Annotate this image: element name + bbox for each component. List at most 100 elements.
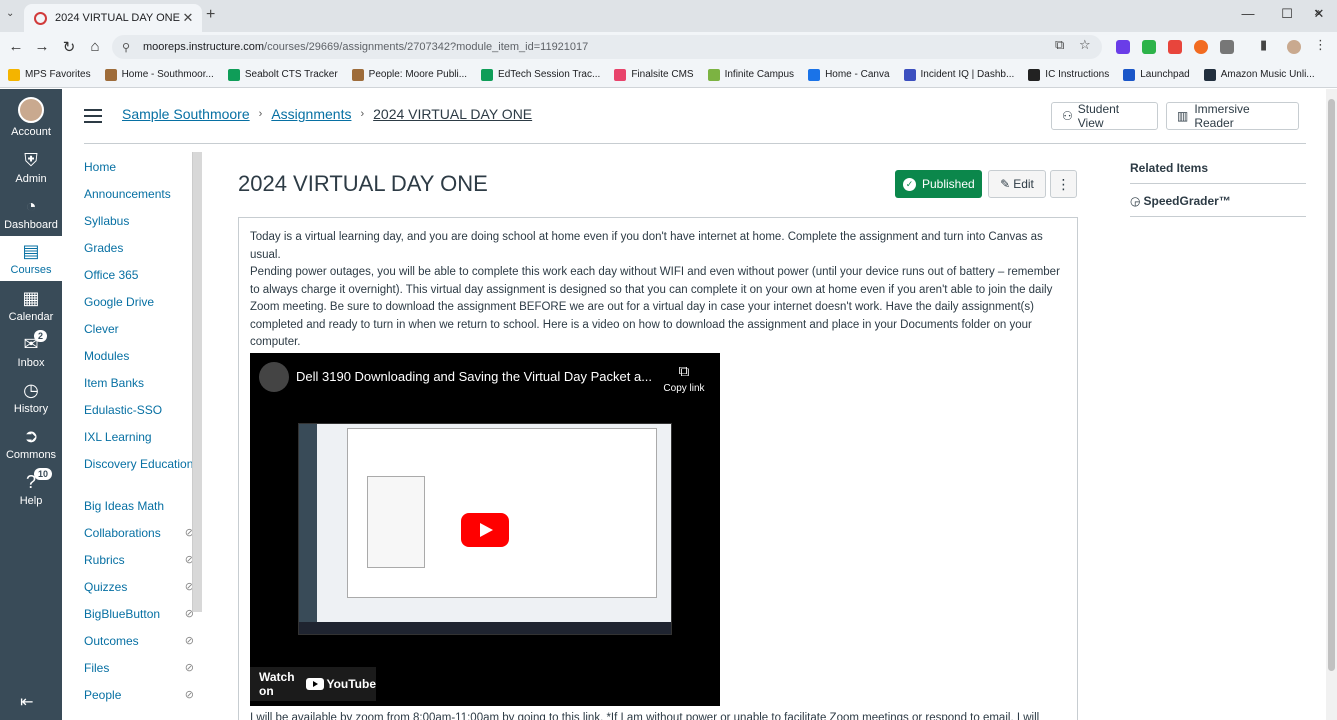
course-nav-item[interactable]: Grades: [84, 241, 194, 256]
immersive-reader-button[interactable]: ▥ Immersive Reader: [1166, 102, 1299, 130]
course-nav-item[interactable]: Edulastic-SSO: [84, 403, 194, 418]
profile-avatar[interactable]: [1287, 40, 1301, 54]
course-nav-item[interactable]: Big Ideas Math: [84, 499, 194, 514]
bookmark-item[interactable]: Seabolt CTS Tracker: [227, 68, 338, 81]
browser-menu-icon[interactable]: ⋮: [1314, 37, 1327, 53]
chevron-right-icon: ›: [360, 108, 365, 120]
global-nav-courses[interactable]: ▤ Courses: [0, 236, 62, 281]
bookmark-item[interactable]: IC Instructions: [1028, 68, 1109, 81]
bookmark-favicon-icon: [1203, 68, 1216, 81]
bookmark-favicon-icon: [227, 68, 240, 81]
bookmark-label: Incident IQ | Dashb...: [920, 69, 1015, 80]
course-nav-item[interactable]: Syllabus: [84, 214, 194, 229]
course-nav-label: Google Drive: [84, 295, 155, 309]
page-scrollbar[interactable]: [1326, 89, 1337, 720]
history-label: History: [13, 403, 49, 415]
back-icon[interactable]: ←: [7, 38, 25, 55]
bookmark-item[interactable]: MPS Favorites: [8, 68, 91, 81]
course-nav-item[interactable]: Home: [84, 160, 194, 175]
extension-icon[interactable]: [1194, 40, 1208, 54]
bookmark-favicon-icon: [1123, 68, 1136, 81]
bookmarks-overflow-icon[interactable]: »: [1314, 5, 1321, 19]
global-nav-inbox[interactable]: ✉ 2 Inbox: [0, 330, 62, 369]
course-nav-item[interactable]: Outcomes ⊘: [84, 634, 194, 649]
course-nav-item[interactable]: Quizzes ⊘: [84, 580, 194, 595]
global-nav-admin[interactable]: ⛨ Admin: [0, 149, 62, 185]
channel-avatar[interactable]: [259, 362, 289, 392]
global-nav-dashboard[interactable]: ◔ Dashboard: [0, 195, 62, 231]
course-nav-item[interactable]: Item Banks: [84, 376, 194, 391]
course-nav-item[interactable]: Rubrics ⊘: [84, 553, 194, 568]
home-icon[interactable]: ⌂: [86, 38, 104, 55]
course-nav-item[interactable]: Discovery Education: [84, 457, 194, 472]
play-button-icon[interactable]: [461, 513, 509, 547]
breadcrumb-assignments-link[interactable]: Assignments: [271, 106, 351, 122]
reload-icon[interactable]: ↻: [60, 38, 78, 56]
course-nav-item[interactable]: Clever: [84, 322, 194, 337]
browser-tab-bar: ⌄ 2024 VIRTUAL DAY ONE ✕ + — ☐ ✕: [0, 0, 1337, 32]
extensions-puzzle-icon[interactable]: [1220, 40, 1234, 54]
speedgrader-link[interactable]: ◶ SpeedGrader™: [1130, 184, 1306, 217]
bookmark-item[interactable]: Home - Canva: [808, 68, 890, 81]
course-nav-label: Home: [84, 160, 117, 174]
copy-link-button[interactable]: ⧉ Copy link: [660, 363, 708, 394]
bookmark-item[interactable]: Launchpad: [1123, 68, 1190, 81]
breadcrumb-course-link[interactable]: Sample Southmoore: [122, 106, 250, 122]
more-options-button[interactable]: ⋮: [1050, 170, 1077, 198]
global-nav-commons[interactable]: ➲ Commons: [0, 425, 62, 461]
course-nav-item[interactable]: Google Drive: [84, 295, 194, 310]
extension-icon[interactable]: [1168, 40, 1182, 54]
global-nav-history[interactable]: ◷ History: [0, 379, 62, 415]
bookmark-item[interactable]: Infinite Campus: [707, 68, 794, 81]
sidebar-icon[interactable]: ▮: [1260, 37, 1267, 53]
watch-on-youtube-button[interactable]: Watch on YouTube: [250, 667, 376, 701]
kebab-icon: ⋮: [1056, 176, 1071, 192]
extension-icon[interactable]: [1142, 40, 1156, 54]
bookmark-label: Finalsite CMS: [631, 69, 694, 80]
bookmark-item[interactable]: Amazon Music Unli...: [1203, 68, 1315, 81]
course-nav-item[interactable]: IXL Learning: [84, 430, 194, 445]
hidden-eye-icon: ⊘: [184, 662, 194, 674]
minimize-icon[interactable]: —: [1238, 6, 1258, 21]
course-nav-scrollbar[interactable]: [192, 152, 202, 612]
forward-icon[interactable]: →: [33, 38, 51, 55]
url-path: /courses/29669/assignments/2707342?modul…: [264, 41, 589, 53]
course-nav-item[interactable]: Collaborations ⊘: [84, 526, 194, 541]
course-nav-item[interactable]: Files ⊘: [84, 661, 194, 676]
extension-icon[interactable]: [1116, 40, 1130, 54]
course-nav-item[interactable]: Office 365: [84, 268, 194, 283]
book-reader-icon: ▥: [1177, 109, 1189, 123]
bookmark-item[interactable]: Home - Southmoor...: [104, 68, 214, 81]
courses-label: Courses: [10, 264, 52, 276]
published-button[interactable]: ✓ Published: [895, 170, 982, 198]
edit-label: Edit: [1013, 177, 1034, 191]
bookmark-star-icon[interactable]: ☆: [1079, 37, 1091, 53]
embedded-video[interactable]: Dell 3190 Downloading and Saving the Vir…: [250, 353, 720, 706]
maximize-icon[interactable]: ☐: [1277, 6, 1297, 22]
collapse-nav-icon[interactable]: ⇤: [20, 692, 33, 712]
bookmark-item[interactable]: People: Moore Publi...: [351, 68, 467, 81]
course-nav-item[interactable]: Modules: [84, 349, 194, 364]
video-title[interactable]: Dell 3190 Downloading and Saving the Vir…: [296, 369, 652, 384]
global-nav-calendar[interactable]: ▦ Calendar: [0, 287, 62, 323]
course-nav-item[interactable]: BigBlueButton ⊘: [84, 607, 194, 622]
bookmark-item[interactable]: Finalsite CMS: [614, 68, 694, 81]
address-toolbar: ← → ↻ ⌂ ⚲ mooreps.instructure.com/course…: [0, 32, 1337, 62]
bookmark-item[interactable]: Incident IQ | Dashb...: [903, 68, 1015, 81]
browser-tab[interactable]: 2024 VIRTUAL DAY ONE ✕: [24, 4, 202, 32]
bookmark-item[interactable]: EdTech Session Trac...: [481, 68, 600, 81]
url-bar[interactable]: ⚲ mooreps.instructure.com/courses/29669/…: [112, 35, 1102, 59]
course-menu-toggle-icon[interactable]: [84, 109, 102, 127]
course-nav-item[interactable]: Announcements: [84, 187, 194, 202]
global-nav-account[interactable]: Account: [0, 97, 62, 138]
new-tab-icon[interactable]: +: [206, 6, 215, 24]
global-nav-help[interactable]: ? 10 Help: [0, 468, 62, 507]
open-in-app-icon[interactable]: ⧉: [1055, 37, 1064, 53]
student-view-button[interactable]: ⚇ Student View: [1051, 102, 1158, 130]
course-nav-item[interactable]: People ⊘: [84, 688, 194, 703]
close-tab-icon[interactable]: ✕: [180, 10, 196, 26]
site-info-icon[interactable]: ⚲: [122, 41, 134, 54]
tab-search-icon[interactable]: ⌄: [6, 8, 14, 19]
edit-button[interactable]: ✎ Edit: [988, 170, 1046, 198]
course-nav-label: Item Banks: [84, 376, 145, 390]
